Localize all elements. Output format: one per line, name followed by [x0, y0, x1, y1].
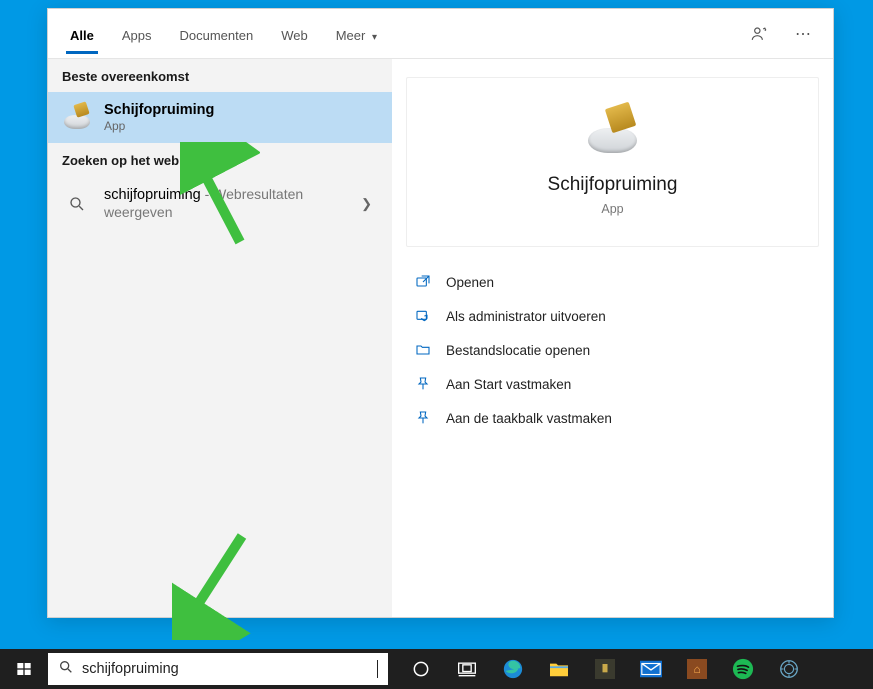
spotify-icon[interactable]	[720, 649, 766, 689]
disk-cleanup-icon	[585, 104, 641, 160]
preview-subtitle: App	[601, 202, 623, 216]
action-label: Als administrator uitvoeren	[446, 309, 606, 324]
preview-title: Schijfopruiming	[548, 174, 678, 196]
app-icon-1[interactable]	[582, 649, 628, 689]
result-title: Schijfopruiming	[104, 102, 214, 118]
search-panel: Alle Apps Documenten Web Meer ▾ ⋯ Beste …	[47, 8, 834, 618]
result-text: Schijfopruiming App	[104, 102, 378, 133]
open-icon	[414, 273, 432, 291]
admin-shield-icon	[414, 307, 432, 325]
chevron-down-icon: ▾	[372, 32, 377, 43]
result-subtitle: App	[104, 119, 378, 133]
preview-card: Schijfopruiming App	[406, 77, 819, 247]
text-cursor	[377, 660, 378, 678]
action-open[interactable]: Openen	[406, 265, 819, 299]
edge-icon[interactable]	[490, 649, 536, 689]
preview-actions: Openen Als administrator uitvoeren Besta…	[406, 265, 819, 435]
search-icon	[62, 189, 92, 219]
taskbar: ⌂	[0, 649, 873, 689]
tab-alle[interactable]: Alle	[60, 15, 104, 53]
action-label: Bestandslocatie openen	[446, 343, 590, 358]
start-button[interactable]	[0, 649, 48, 689]
tab-meer-label: Meer	[336, 28, 366, 43]
pin-icon	[414, 409, 432, 427]
explorer-icon[interactable]	[536, 649, 582, 689]
web-result-text: schijfopruiming - Webresultaten weergeve…	[104, 186, 349, 222]
action-pin-taskbar[interactable]: Aan de taakbalk vastmaken	[406, 401, 819, 435]
feedback-icon[interactable]	[741, 16, 777, 52]
action-label: Aan Start vastmaken	[446, 377, 571, 392]
search-input[interactable]	[82, 661, 369, 677]
chevron-right-icon: ❯	[361, 196, 378, 212]
cortana-icon[interactable]	[398, 649, 444, 689]
result-web-search[interactable]: schijfopruiming - Webresultaten weergeve…	[48, 176, 392, 232]
tab-documenten[interactable]: Documenten	[169, 15, 263, 53]
mail-icon[interactable]	[628, 649, 674, 689]
action-open-location[interactable]: Bestandslocatie openen	[406, 333, 819, 367]
app-icon-2[interactable]: ⌂	[674, 649, 720, 689]
app-icon-3[interactable]	[766, 649, 812, 689]
search-icon	[58, 659, 74, 679]
pin-icon	[414, 375, 432, 393]
taskbar-search-box[interactable]	[48, 653, 388, 685]
results-column: Beste overeenkomst Schijfopruiming App Z…	[48, 59, 392, 617]
search-body: Beste overeenkomst Schijfopruiming App Z…	[48, 59, 833, 617]
action-run-admin[interactable]: Als administrator uitvoeren	[406, 299, 819, 333]
web-search-heading: Zoeken op het web	[48, 143, 392, 176]
tab-meer[interactable]: Meer ▾	[326, 15, 387, 53]
best-match-heading: Beste overeenkomst	[48, 59, 392, 92]
task-view-icon[interactable]	[444, 649, 490, 689]
action-pin-start[interactable]: Aan Start vastmaken	[406, 367, 819, 401]
action-label: Aan de taakbalk vastmaken	[446, 411, 612, 426]
preview-column: Schijfopruiming App Openen Als administr…	[392, 59, 833, 617]
search-tabs: Alle Apps Documenten Web Meer ▾ ⋯	[48, 9, 833, 59]
result-schijfopruiming[interactable]: Schijfopruiming App	[48, 92, 392, 143]
folder-icon	[414, 341, 432, 359]
svg-text:⌂: ⌂	[693, 663, 700, 676]
tab-web[interactable]: Web	[271, 15, 318, 53]
tab-apps[interactable]: Apps	[112, 15, 162, 53]
action-label: Openen	[446, 275, 494, 290]
web-result-term: schijfopruiming	[104, 187, 201, 203]
disk-cleanup-icon	[62, 103, 92, 133]
more-options-icon[interactable]: ⋯	[785, 16, 821, 52]
